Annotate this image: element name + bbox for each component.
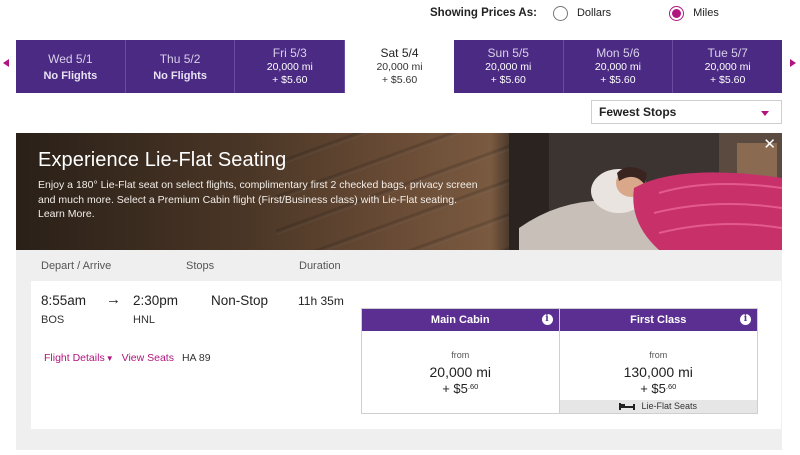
date-tab-miles: 20,000 mi [485,61,532,73]
radio-miles-circle[interactable] [669,5,685,21]
flight-details-label: Flight Details [44,352,105,364]
chevron-right-icon[interactable] [790,59,796,67]
fare-usd: + $5.60 [362,381,559,396]
fare-cabin-name: Main Cabin [430,314,490,326]
fare-header: Main Cabin i [362,309,559,331]
date-tab-day: Sat 5/4 [380,45,419,60]
banner-learn-more-link[interactable]: Learn More. [38,208,478,220]
fare-usd-cents: .60 [467,382,479,391]
date-tab-thu-5-2[interactable]: Thu 5/2 No Flights [126,40,236,93]
fare-miles: 130,000 mi [623,364,693,380]
flight-details-link[interactable]: Flight Details▼ [44,352,114,364]
fare-miles: 20,000 mi [429,364,491,380]
radio-dollars[interactable]: Dollars [552,5,612,21]
price-toggle-label: Showing Prices As: [430,7,537,19]
chevron-down-icon: ▼ [105,354,114,363]
chevron-left-icon[interactable] [3,59,9,67]
column-header-depart-arrive: Depart / Arrive [41,260,112,272]
arrive-airport: HNL [133,314,156,326]
fare-usd-main: + $5 [442,381,468,396]
fare-options: Main Cabin i from 20,000 mi + $5.60 Firs… [361,308,758,414]
date-tab-mon-5-6[interactable]: Mon 5/6 20,000 mi + $5.60 [564,40,674,93]
lie-flat-feature: Lie-Flat Seats [559,400,757,413]
arrow-right-icon: → [106,291,121,308]
date-tab-sat-5-4[interactable]: Sat 5/4 20,000 mi + $5.60 [345,39,454,93]
date-tab-day: Fri 5/3 [272,46,307,60]
price-display-toggle: Showing Prices As: Dollars Miles [430,4,719,22]
fare-from-label: from [649,350,668,360]
info-icon[interactable]: i [740,314,751,325]
date-tab-usd: + $5.60 [490,74,526,86]
date-tab-usd: + $5.60 [272,74,308,86]
close-icon[interactable]: ✕ [763,135,776,153]
date-tab-miles: 20,000 mi [376,60,423,73]
radio-dollars-label: Dollars [576,7,612,19]
radio-miles-label: Miles [693,7,719,19]
banner-description: Enjoy a 180° Lie-Flat seat on select fli… [38,179,478,206]
stops-value: Non-Stop [211,293,269,308]
flight-links: Flight Details▼ View Seats HA 89 [44,352,211,364]
date-tab-no-flights: No Flights [43,69,98,82]
column-header-duration: Duration [299,260,341,272]
radio-dollars-circle[interactable] [552,5,568,21]
date-tab-day: Wed 5/1 [48,51,93,66]
fare-from-label: from [451,350,470,360]
info-icon[interactable]: i [541,314,553,325]
date-tab-usd: + $5.60 [600,74,636,86]
date-tab-day: Tue 5/7 [707,46,748,60]
date-tab-day: Mon 5/6 [596,46,640,60]
depart-airport: BOS [41,314,65,326]
arrive-time: 2:30pm [133,293,179,308]
fare-main-cabin[interactable]: Main Cabin i from 20,000 mi + $5.60 [361,308,560,414]
flight-card: 8:55am BOS → 2:30pm HNL Non-Stop 11h 35m… [31,281,781,429]
date-tab-day: Thu 5/2 [159,51,201,66]
date-tab-miles: 20,000 mi [266,61,313,73]
banner-photo-sleeping-passenger [509,133,782,250]
sort-selected-value: Fewest Stops [599,105,677,119]
radio-miles[interactable]: Miles [669,5,719,21]
caret-down-icon [761,111,769,116]
sort-dropdown[interactable]: Fewest Stops [591,100,782,124]
date-tab-no-flights: No Flights [153,69,207,82]
date-selector: Wed 5/1 No Flights Thu 5/2 No Flights Fr… [16,39,782,93]
depart-time: 8:55am [41,293,87,308]
fare-header: First Class i [559,309,757,331]
date-tab-day: Sun 5/5 [487,46,529,60]
lie-flat-label: Lie-Flat Seats [641,401,698,411]
date-tab-fri-5-3[interactable]: Fri 5/3 20,000 mi + $5.60 [235,40,346,93]
banner-text: Experience Lie-Flat Seating Enjoy a 180°… [38,149,478,220]
fare-cabin-name: First Class [630,314,687,326]
date-tab-miles: 20,000 mi [594,61,642,73]
bed-icon [619,403,636,411]
lie-flat-promo-banner: Experience Lie-Flat Seating Enjoy a 180°… [16,133,782,250]
fare-first-class[interactable]: First Class i from 130,000 mi + $5.60 Li… [559,308,758,414]
flight-results: Depart / Arrive Stops Duration 8:55am BO… [16,250,782,450]
date-tab-wed-5-1[interactable]: Wed 5/1 No Flights [16,40,126,93]
fare-usd-cents: .60 [665,382,677,391]
fare-usd: + $5.60 [560,381,758,396]
fare-usd-main: + $5 [640,381,666,396]
date-tab-usd: + $5.60 [710,74,746,86]
view-seats-link[interactable]: View Seats [122,352,174,364]
column-header-stops: Stops [186,260,215,272]
date-tab-sun-5-5[interactable]: Sun 5/5 20,000 mi + $5.60 [454,40,564,93]
date-tab-tue-5-7[interactable]: Tue 5/7 20,000 mi + $5.60 [673,40,782,93]
duration-value: 11h 35m [298,294,344,308]
banner-title: Experience Lie-Flat Seating [38,149,287,171]
flight-number: HA 89 [181,352,211,364]
date-tab-miles: 20,000 mi [704,61,751,73]
date-tab-usd: + $5.60 [381,73,418,86]
